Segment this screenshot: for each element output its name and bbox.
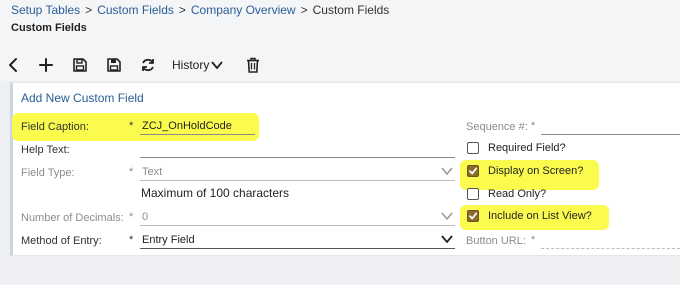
delete-button[interactable] [243,54,263,76]
breadcrumb-current: Custom Fields [312,3,390,17]
floppy-disk-icon [73,58,87,72]
required-field-checkbox[interactable]: Required Field? [467,142,566,154]
breadcrumb-separator: > [85,3,93,17]
required-marker: * [531,120,536,132]
button-url-input[interactable] [541,232,680,249]
read-only-label: Read Only? [488,188,547,200]
field-type-hint: Maximum of 100 characters [141,186,290,200]
help-text-label: Help Text: [21,144,70,156]
form-title: Add New Custom Field [21,91,144,105]
save-button[interactable] [69,54,91,76]
number-of-decimals-select[interactable]: 0 [140,209,455,226]
refresh-button[interactable] [137,54,159,76]
breadcrumb-setup-tables[interactable]: Setup Tables [11,3,80,17]
checkbox-box [467,142,479,154]
display-on-screen-label: Display on Screen? [488,165,584,177]
breadcrumb-separator: > [178,3,186,17]
required-marker: * [129,211,134,223]
field-type-value: Text [142,166,163,178]
sequence-input[interactable] [541,118,680,135]
chevron-left-icon [9,58,17,72]
breadcrumb-separator: > [300,3,308,17]
chevron-down-icon [441,167,453,175]
plus-icon [39,58,53,72]
checkbox-box [467,188,479,200]
history-dropdown[interactable]: History [172,54,228,76]
field-caption-label: Field Caption: [21,121,89,133]
field-caption-input[interactable]: ZCJ_OnHoldCode [140,118,255,135]
floppy-disk-close-icon [107,58,121,72]
chevron-down-icon [211,61,224,69]
required-field-label: Required Field? [488,142,566,154]
history-label: History [172,58,210,72]
required-marker: * [531,234,536,246]
checkbox-box [467,210,479,222]
breadcrumb-company-overview[interactable]: Company Overview [191,3,296,17]
required-marker: * [129,234,134,246]
page-title: Custom Fields [11,22,87,34]
chevron-down-icon [441,235,453,243]
save-and-close-button[interactable] [103,54,125,76]
method-of-entry-value: Entry Field [142,234,195,246]
checkmark-icon [469,212,478,220]
include-on-list-view-checkbox[interactable]: Include on List View? [467,210,592,222]
field-type-label: Field Type: [21,167,75,179]
breadcrumb: Setup Tables > Custom Fields > Company O… [11,3,389,17]
number-of-decimals-label: Number of Decimals: [21,212,124,224]
number-of-decimals-value: 0 [142,211,149,223]
required-marker: * [129,120,134,132]
chevron-down-icon [441,212,453,220]
read-only-checkbox[interactable]: Read Only? [467,188,546,200]
checkmark-icon [469,167,478,175]
add-button[interactable] [35,54,57,76]
help-text-input[interactable] [140,141,455,158]
method-of-entry-label: Method of Entry: [21,235,102,247]
page-header: Setup Tables > Custom Fields > Company O… [0,0,680,50]
required-marker: * [129,166,134,178]
breadcrumb-custom-fields[interactable]: Custom Fields [97,3,174,17]
checkbox-box [467,165,479,177]
field-type-select[interactable]: Text [140,164,455,181]
button-url-label: Button URL: [466,235,526,247]
trash-icon [247,57,259,73]
refresh-icon [142,58,154,72]
sequence-label: Sequence #: [466,121,528,133]
include-on-list-view-label: Include on List View? [488,210,592,222]
toolbar: History [0,50,680,81]
method-of-entry-select[interactable]: Entry Field [140,232,455,249]
display-on-screen-checkbox[interactable]: Display on Screen? [467,165,583,177]
back-button[interactable] [3,54,23,76]
